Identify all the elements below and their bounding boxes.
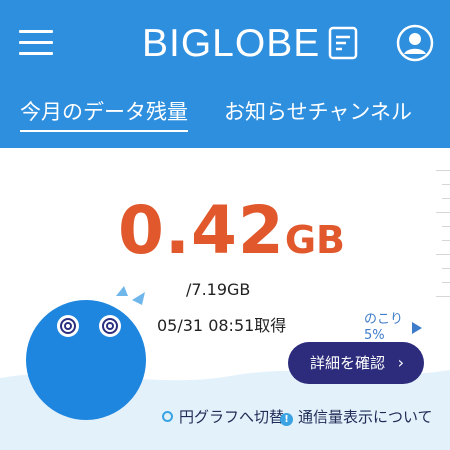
chevron-right-icon: › (397, 353, 404, 372)
data-capacity: /7.19GB (186, 280, 251, 299)
switch-to-pie-chart-link[interactable]: 円グラフへ切替 (162, 406, 284, 427)
pie-chart-icon (162, 411, 173, 422)
tab-data-remaining[interactable]: 今月のデータ残量 (20, 96, 188, 132)
acquired-timestamp: 05/31 08:51取得 (157, 316, 287, 335)
info-icon: ! (280, 413, 293, 426)
tab-news-channel[interactable]: お知らせチャンネル (224, 96, 412, 126)
app-header: BIGLOBE 今月のデータ残量 お知らせチャンネル (0, 0, 450, 148)
document-icon[interactable] (328, 26, 358, 60)
remaining-pointer-icon (412, 322, 422, 334)
remaining-label: のこり (364, 312, 404, 327)
mascot-eye-right-icon (99, 315, 121, 337)
view-details-label: 詳細を確認 (310, 354, 386, 372)
user-account-icon[interactable] (396, 24, 434, 62)
gauge-scale (430, 170, 450, 420)
usage-unit: GB (284, 218, 345, 262)
tab-bar: 今月のデータ残量 お知らせチャンネル (0, 96, 450, 136)
usage-info-link[interactable]: ! 通信量表示について (280, 406, 433, 427)
mascot-character (26, 286, 146, 420)
data-usage-value: 0.42GB (118, 192, 345, 269)
pie-link-label: 円グラフへ切替 (179, 408, 285, 426)
info-link-label: 通信量表示について (298, 408, 433, 426)
view-details-button[interactable]: 詳細を確認 › (288, 342, 424, 384)
hamburger-menu-icon[interactable] (19, 28, 53, 58)
usage-number: 0.42 (118, 192, 285, 269)
remaining-indicator: のこり 5% (364, 312, 403, 344)
mascot-eye-left-icon (57, 315, 79, 337)
biglobe-logo: BIGLOBE (142, 22, 321, 65)
